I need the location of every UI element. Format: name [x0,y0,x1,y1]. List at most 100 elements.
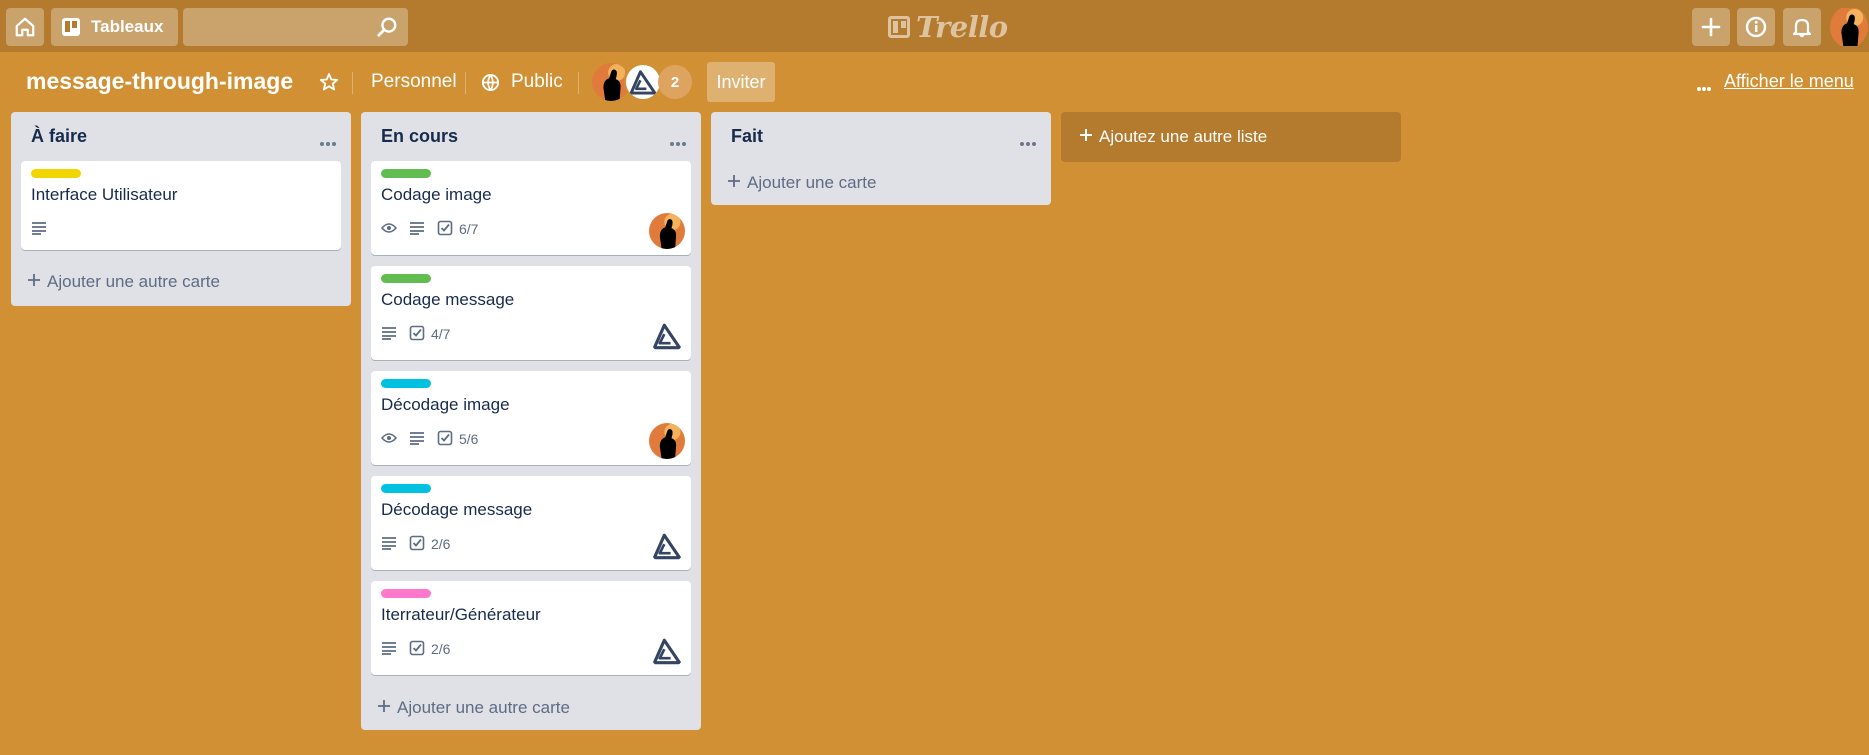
plus-icon [1079,127,1093,147]
add-card-label: Ajouter une autre carte [397,698,570,717]
checklist-count: 4/7 [431,326,451,342]
show-menu-link[interactable]: Afficher le menu [1724,71,1854,92]
plus-icon [1700,16,1722,38]
info-button[interactable] [1737,8,1775,46]
home-icon [14,16,36,38]
add-button[interactable] [1692,8,1730,46]
card-member-avatar[interactable] [649,213,685,249]
checklist-icon [409,640,425,659]
description-icon [409,221,425,238]
card[interactable]: Iterrateur/Générateur 2/6 [371,581,691,675]
bell-icon [1791,16,1813,38]
add-card-button[interactable]: Ajouter une autre carte [27,272,220,292]
boards-label: Tableaux [91,17,164,36]
description-icon [381,641,397,658]
card-title: Décodage image [381,395,510,414]
card-badges: 2/6 [381,639,450,659]
plus-icon [377,698,391,718]
plus-icon [27,272,41,292]
checklist-count: 6/7 [459,221,479,237]
checklist-badge: 5/6 [437,430,478,449]
checklist-icon [437,220,453,239]
divider [578,72,579,94]
list-title[interactable]: En cours [381,126,458,147]
card[interactable]: Codage image 6/7 [371,161,691,255]
card-badges: 2/6 [381,534,450,554]
plus-icon [727,173,741,193]
divider [352,72,353,94]
checklist-badge: 6/7 [437,220,478,239]
card-title: Interface Utilisateur [31,185,178,204]
checklist-count: 5/6 [459,431,479,447]
card-title: Codage message [381,290,515,309]
add-card-button[interactable]: Ajouter une autre carte [377,698,570,718]
member-avatar[interactable] [624,63,662,101]
team-button[interactable]: Personnel [371,71,457,93]
description-icon [31,221,47,238]
trello-logo[interactable]: Trello [888,10,1008,44]
globe-icon [481,73,500,97]
top-header: Tableaux Trello [0,0,1869,52]
boards-button[interactable]: Tableaux [51,8,178,46]
watch-eye-icon [380,221,398,237]
card-member-avatar[interactable] [649,423,685,459]
trello-logo-icon [888,16,910,38]
divider [465,72,466,94]
list-title[interactable]: À faire [31,126,87,147]
invite-button[interactable]: Inviter [707,62,775,102]
list-title[interactable]: Fait [731,126,763,147]
more-dots-icon[interactable] [1696,79,1712,97]
card-label[interactable] [381,484,431,493]
card-badges: 4/7 [381,324,450,344]
visibility-button[interactable]: Public [511,71,563,93]
description-icon [381,326,397,343]
list-menu-icon[interactable] [319,134,337,152]
user-avatar[interactable] [1830,6,1868,48]
notifications-button[interactable] [1783,8,1821,46]
search-input[interactable] [183,8,408,46]
add-card-button[interactable]: Ajouter une carte [727,173,876,193]
card-label[interactable] [31,169,81,178]
checklist-badge: 2/6 [409,640,450,659]
checklist-icon [437,430,453,449]
card-badges: 5/6 [380,429,478,449]
member-count-badge[interactable]: 2 [658,65,692,99]
checklist-badge: 4/7 [409,325,450,344]
card-member-avatar[interactable] [649,318,685,354]
checklist-icon [409,535,425,554]
card[interactable]: Interface Utilisateur [21,161,341,250]
board-title[interactable]: message-through-image [26,68,293,95]
add-list-button[interactable]: Ajoutez une autre liste [1061,112,1401,162]
checklist-badge: 2/6 [409,535,450,554]
checklist-count: 2/6 [431,536,451,552]
card-label[interactable] [381,169,431,178]
watch-eye-icon [380,431,398,447]
home-button[interactable] [6,8,44,46]
card-title: Codage image [381,185,492,204]
list-in-progress: En cours Codage image 6/7 Codage message… [361,112,701,730]
checklist-count: 2/6 [431,641,451,657]
star-icon[interactable] [319,72,339,97]
card-badges [31,219,47,239]
card-label[interactable] [381,379,431,388]
checklist-icon [409,325,425,344]
card-label[interactable] [381,274,431,283]
card[interactable]: Codage message 4/7 [371,266,691,360]
add-card-label: Ajouter une autre carte [47,272,220,291]
description-icon [381,536,397,553]
search-icon[interactable] [376,16,398,43]
add-list-label: Ajoutez une autre liste [1099,127,1268,146]
card-title: Iterrateur/Générateur [381,605,541,624]
add-card-label: Ajouter une carte [747,173,877,192]
boards-icon [61,17,81,37]
list-menu-icon[interactable] [1019,134,1037,152]
card-title: Décodage message [381,500,533,519]
card[interactable]: Décodage image 5/6 [371,371,691,465]
list-menu-icon[interactable] [669,134,687,152]
list-todo: À faire Interface Utilisateur Ajouter un… [11,112,351,306]
card-label[interactable] [381,589,431,598]
card[interactable]: Décodage message 2/6 [371,476,691,570]
card-member-avatar[interactable] [649,528,685,564]
card-badges: 6/7 [380,219,478,239]
card-member-avatar[interactable] [649,633,685,669]
